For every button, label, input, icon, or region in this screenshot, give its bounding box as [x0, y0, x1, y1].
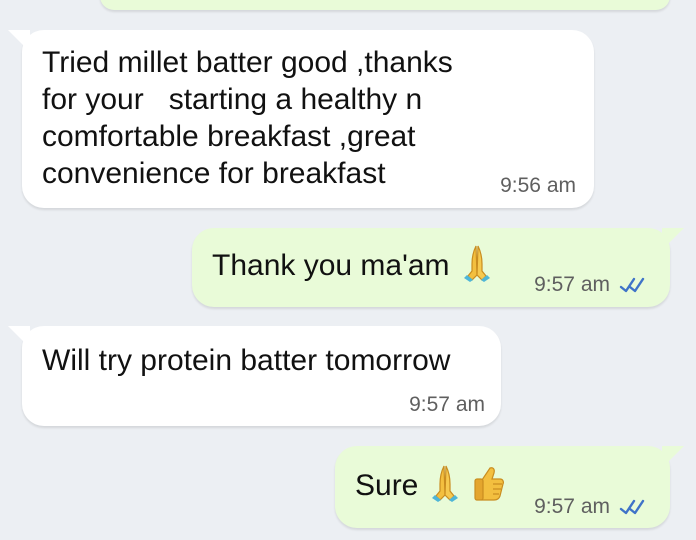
- message-text: Sure: [355, 469, 419, 502]
- message-meta: 9:57 am: [534, 273, 652, 297]
- message-time: 9:57 am: [409, 393, 485, 416]
- partial-outgoing-bubble[interactable]: [100, 0, 670, 10]
- double-check-read-icon: [618, 497, 652, 517]
- incoming-message-1[interactable]: Tried millet batter good ,thanks for you…: [8, 30, 594, 208]
- double-check-read-icon: [618, 275, 652, 295]
- message-row: Sure: [355, 464, 506, 507]
- message-time: 9:57 am: [534, 273, 610, 296]
- outgoing-message-2[interactable]: Thank you ma'am 9:57 am: [192, 228, 684, 307]
- message-time: 9:57 am: [534, 495, 610, 518]
- message-text: Thank you ma'am: [212, 249, 450, 282]
- outgoing-message-4[interactable]: Sure 9:57 am: [335, 446, 684, 528]
- message-row: Thank you ma'am: [212, 244, 494, 287]
- folded-hands-icon: [428, 464, 462, 507]
- message-text: Will try protein batter tomorrow: [42, 344, 451, 377]
- thumbs-up-icon: [472, 464, 506, 507]
- message-text: Tried millet batter good ,thanks for you…: [42, 46, 453, 190]
- chat-thread: Tried millet batter good ,thanks for you…: [0, 0, 696, 540]
- incoming-message-3[interactable]: Will try protein batter tomorrow 9:57 am: [8, 326, 501, 426]
- message-meta: 9:56 am: [500, 174, 576, 198]
- message-time: 9:56 am: [500, 174, 576, 197]
- message-meta: 9:57 am: [534, 495, 652, 519]
- message-meta: 9:57 am: [409, 393, 485, 417]
- folded-hands-icon: [460, 244, 494, 287]
